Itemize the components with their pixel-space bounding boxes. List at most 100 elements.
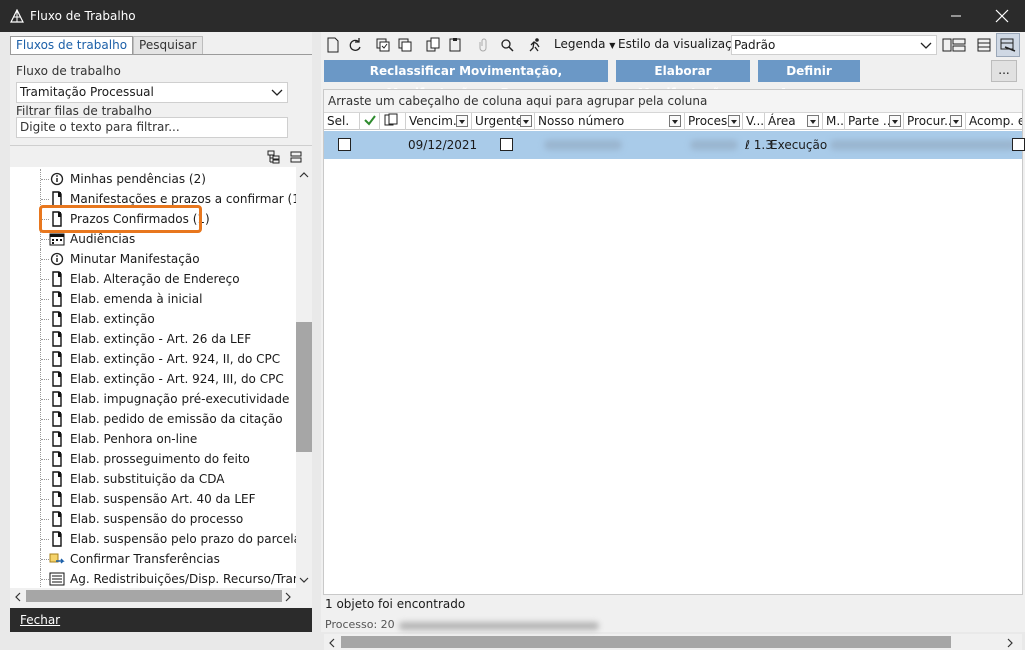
minimize-button[interactable] <box>933 0 979 32</box>
tree-scroll-thumb[interactable] <box>296 322 312 452</box>
close-panel-button[interactable]: Fechar <box>10 608 312 632</box>
elaborate-button[interactable]: Elaborar Manifestação <box>616 60 750 100</box>
tree-item[interactable]: Elab. suspensão Art. 40 da LEF <box>10 489 296 509</box>
grid-horizontal-scrollbar[interactable] <box>324 634 1022 650</box>
row-select-checkbox[interactable] <box>338 138 351 151</box>
expand-tree-icon[interactable] <box>266 149 282 165</box>
new-document-icon[interactable] <box>325 37 341 53</box>
legend-label: Legenda <box>554 37 606 51</box>
tree-item[interactable]: Elab. emenda à inicial <box>10 289 296 309</box>
tree-item-label: Elab. prosseguimento do feito <box>70 452 250 466</box>
tree-item[interactable]: Elab. Alteração de Endereço <box>10 269 296 289</box>
col-header-m[interactable]: M... <box>823 113 845 130</box>
search-document-icon[interactable] <box>499 37 515 53</box>
tree-connector <box>41 319 49 320</box>
col-m-label: M... <box>826 114 844 128</box>
doc-icon <box>49 391 65 407</box>
row-v: ℓ 1.3 <box>745 138 773 152</box>
tree-item[interactable]: Elab. suspensão pelo prazo do parcelamen… <box>10 529 296 549</box>
tree-item[interactable]: Minutar Manifestação <box>10 249 296 269</box>
col-header-v[interactable]: V... <box>743 113 765 130</box>
tree-item[interactable]: Elab. suspensão do processo <box>10 509 296 529</box>
col-v-label: V... <box>746 114 765 128</box>
tree-item[interactable]: Elab. extinção - Art. 924, III, do CPC <box>10 369 296 389</box>
more-actions-button[interactable]: ... <box>991 60 1017 82</box>
table-row[interactable]: 09/12/2021 ℓ 1.3 Execução <box>324 131 1025 159</box>
doc-icon <box>49 431 65 447</box>
col-header-acomp[interactable]: Acomp. e <box>966 113 1022 130</box>
col-header-vencimento[interactable]: Vencim... <box>406 113 472 130</box>
assign-advisor-button[interactable]: Definir Assessor <box>758 60 860 100</box>
col-header-procurador[interactable]: Procur... <box>904 113 966 130</box>
filter-dropdown-icon[interactable] <box>520 115 532 127</box>
filter-dropdown-icon[interactable] <box>950 115 962 127</box>
pressed-tool-button[interactable] <box>996 33 1020 57</box>
tree-item[interactable]: Elab. pedido de emissão da citação <box>10 409 296 429</box>
filter-dropdown-icon[interactable] <box>889 115 901 127</box>
col-header-parte[interactable]: Parte ... <box>845 113 904 130</box>
col-header-urgente[interactable]: Urgente <box>472 113 535 130</box>
reclassify-button[interactable]: Reclassificar Movimentação, Manifestaçõe… <box>324 60 608 100</box>
col-header-attach[interactable] <box>380 113 406 130</box>
tree-vertical-scrollbar[interactable] <box>296 167 312 588</box>
grid-hscroll-thumb[interactable] <box>341 636 951 648</box>
grid-view-icon[interactable] <box>976 37 992 53</box>
tree-item[interactable]: Elab. extinção - Art. 26 da LEF <box>10 329 296 349</box>
legend-menu[interactable]: Legenda ▼ <box>554 37 615 51</box>
tree-item[interactable]: Ag. Redistribuições/Disp. Recurso/Transf… <box>10 569 296 588</box>
list-icon <box>49 571 65 587</box>
calendar-icon <box>49 231 65 247</box>
col-header-processo[interactable]: Proces... <box>685 113 743 130</box>
close-button[interactable] <box>979 0 1025 32</box>
person-run-icon[interactable] <box>527 37 543 53</box>
paste-icon[interactable] <box>447 37 463 53</box>
col-header-sel[interactable]: Sel. <box>324 113 360 130</box>
tree-hscroll-thumb[interactable] <box>26 590 282 602</box>
tree-item[interactable]: Elab. impugnação pré-executividade <box>10 389 296 409</box>
tree-item[interactable]: Elab. Penhora on-line <box>10 429 296 449</box>
col-header-area[interactable]: Área <box>765 113 823 130</box>
select-all-icon[interactable] <box>375 37 391 53</box>
group-by-bar[interactable]: Arraste um cabeçalho de coluna aqui para… <box>324 90 1022 113</box>
col-header-nosso-numero[interactable]: Nosso número <box>535 113 685 130</box>
tree-item-label: Elab. emenda à inicial <box>70 292 203 306</box>
tree-item[interactable]: Confirmar Transferências <box>10 549 296 569</box>
tree-item[interactable]: Elab. extinção <box>10 309 296 329</box>
tree-item-label: Confirmar Transferências <box>70 552 220 566</box>
scroll-right-icon[interactable] <box>1006 638 1014 648</box>
workflow-select[interactable]: Tramitação Processual <box>16 82 288 103</box>
row-acomp-checkbox[interactable] <box>1012 138 1025 151</box>
tab-pesquisar[interactable]: Pesquisar <box>133 36 203 54</box>
doc-icon <box>49 511 65 527</box>
scroll-down-icon[interactable] <box>299 576 309 584</box>
layout-icon[interactable] <box>942 37 966 53</box>
filter-dropdown-icon[interactable] <box>669 115 681 127</box>
tree-item[interactable]: Minhas pendências (2) <box>10 169 296 189</box>
collapse-tree-icon[interactable] <box>288 149 304 165</box>
tree-item-label: Elab. substituição da CDA <box>70 472 225 486</box>
scroll-right-icon[interactable] <box>284 592 292 602</box>
deselect-all-icon[interactable] <box>397 37 413 53</box>
tree-item[interactable]: Elab. prosseguimento do feito <box>10 449 296 469</box>
refresh-icon[interactable] <box>347 37 363 53</box>
tree-horizontal-scrollbar[interactable] <box>10 588 312 604</box>
tab-fluxos[interactable]: Fluxos de trabalho <box>10 36 134 54</box>
tree-item-label: Elab. Penhora on-line <box>70 432 198 446</box>
row-urgente-checkbox[interactable] <box>500 138 513 151</box>
doc-icon <box>49 451 65 467</box>
scroll-up-icon[interactable] <box>299 171 309 179</box>
scroll-left-icon[interactable] <box>328 638 336 648</box>
close-panel-label: Fechar <box>20 613 61 627</box>
view-style-select[interactable]: Padrão <box>731 35 937 55</box>
tree-item[interactable]: Elab. extinção - Art. 924, II, do CPC <box>10 349 296 369</box>
scroll-left-icon[interactable] <box>14 592 22 602</box>
filter-dropdown-icon[interactable] <box>456 115 468 127</box>
filter-dropdown-icon[interactable] <box>807 115 819 127</box>
copy-icon[interactable] <box>425 37 441 53</box>
filter-dropdown-icon[interactable] <box>728 115 740 127</box>
filter-input[interactable]: Digite o texto para filtrar... <box>16 117 288 138</box>
tree-item[interactable]: Elab. substituição da CDA <box>10 469 296 489</box>
filter-label: Filtrar filas de trabalho <box>16 104 152 118</box>
col-area-label: Área <box>768 114 796 128</box>
col-header-check[interactable] <box>360 113 380 130</box>
